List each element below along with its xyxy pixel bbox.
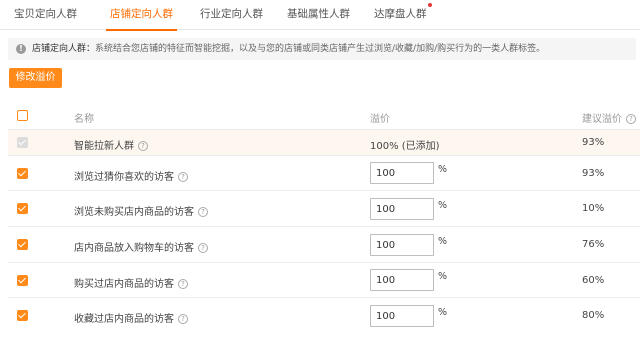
- crowd-name-cell: 店内商品放入购物车的访客?: [74, 239, 208, 254]
- row-checkbox[interactable]: [17, 239, 28, 250]
- table-row: 店内商品放入购物车的访客? % 76%: [8, 227, 640, 263]
- info-text: 系统结合您店铺的特征而智能挖掘，以及与您的店铺或同类店铺产生过浏览/收藏/加购/…: [95, 44, 546, 54]
- crowd-name: 浏览过猜你喜欢的访客: [74, 172, 174, 183]
- question-circle-icon[interactable]: ?: [178, 172, 188, 182]
- table-row: 收藏过店内商品的访客? % 80%: [8, 298, 640, 334]
- info-icon: !: [16, 43, 26, 54]
- notification-dot: [427, 3, 432, 7]
- question-circle-icon[interactable]: ?: [198, 243, 208, 253]
- question-circle-icon[interactable]: ?: [178, 314, 188, 324]
- tab-industry-targeting[interactable]: 行业定向人群: [200, 0, 263, 30]
- info-title: 店铺定向人群：: [32, 44, 96, 54]
- crowd-name: 店内商品放入购物车的访客: [74, 243, 194, 254]
- table-header: 名称 溢价 建议溢价?: [8, 102, 640, 130]
- suggested-premium: 10%: [582, 203, 605, 214]
- info-bar: ! 店铺定向人群：系统结合您店铺的特征而智能挖掘，以及与您的店铺或同类店铺产生过浏…: [8, 38, 636, 60]
- column-premium: 溢价: [370, 114, 390, 125]
- crowd-name: 智能拉新人群: [74, 141, 134, 152]
- table-row: 智能拉新人群? 100% (已添加) 93%: [8, 130, 640, 156]
- table-row: 浏览过猜你喜欢的访客? % 93%: [8, 156, 640, 191]
- row-checkbox-disabled: [17, 137, 28, 148]
- crowd-name-cell: 购买过店内商品的访客?: [74, 275, 188, 290]
- percent-unit: %: [438, 200, 448, 211]
- suggested-premium: 80%: [582, 310, 605, 321]
- crowd-name-cell: 收藏过店内商品的访客?: [74, 310, 188, 325]
- question-circle-icon[interactable]: ?: [198, 207, 208, 217]
- table-row: 浏览未购买店内商品的访客? % 10%: [8, 191, 640, 227]
- question-circle-icon[interactable]: ?: [138, 141, 148, 151]
- select-all-checkbox[interactable]: [17, 110, 28, 121]
- suggested-premium: 93%: [582, 137, 605, 148]
- column-suggested: 建议溢价?: [582, 110, 636, 125]
- percent-unit: %: [438, 307, 448, 318]
- tab-basic-attributes[interactable]: 基础属性人群: [287, 0, 350, 30]
- crowd-name-cell: 浏览过猜你喜欢的访客?: [74, 168, 188, 183]
- tab-bar: 宝贝定向人群 店铺定向人群 行业定向人群 基础属性人群 达摩盘人群: [0, 0, 640, 31]
- row-checkbox[interactable]: [17, 275, 28, 286]
- column-suggested-label: 建议溢价: [582, 114, 622, 125]
- tab-damopan-label: 达摩盘人群: [374, 8, 427, 20]
- crowd-name: 购买过店内商品的访客: [74, 279, 174, 290]
- question-circle-icon[interactable]: ?: [626, 114, 636, 124]
- percent-unit: %: [438, 164, 448, 175]
- row-checkbox[interactable]: [17, 203, 28, 214]
- table-row: 购买过店内商品的访客? % 60%: [8, 263, 640, 298]
- row-checkbox[interactable]: [17, 310, 28, 321]
- premium-input[interactable]: [370, 234, 434, 256]
- question-circle-icon[interactable]: ?: [178, 279, 188, 289]
- premium-input[interactable]: [370, 269, 434, 291]
- tab-shop-targeting[interactable]: 店铺定向人群: [106, 0, 177, 31]
- crowd-name-cell: 智能拉新人群?: [74, 137, 148, 152]
- suggested-premium: 76%: [582, 239, 605, 250]
- modify-premium-button[interactable]: 修改溢价: [9, 68, 62, 88]
- crowd-name: 浏览未购买店内商品的访客: [74, 207, 194, 218]
- tab-item-targeting[interactable]: 宝贝定向人群: [14, 0, 77, 30]
- crowd-name: 收藏过店内商品的访客: [74, 314, 174, 325]
- suggested-premium: 93%: [582, 168, 605, 179]
- premium-input[interactable]: [370, 162, 434, 184]
- percent-unit: %: [438, 236, 448, 247]
- row-checkbox[interactable]: [17, 168, 28, 179]
- premium-input[interactable]: [370, 198, 434, 220]
- premium-added-text: 100% (已添加): [370, 141, 440, 152]
- suggested-premium: 60%: [582, 275, 605, 286]
- column-name: 名称: [74, 114, 94, 125]
- percent-unit: %: [438, 271, 448, 282]
- tab-damopan[interactable]: 达摩盘人群: [374, 0, 432, 30]
- crowd-name-cell: 浏览未购买店内商品的访客?: [74, 203, 208, 218]
- premium-input[interactable]: [370, 305, 434, 327]
